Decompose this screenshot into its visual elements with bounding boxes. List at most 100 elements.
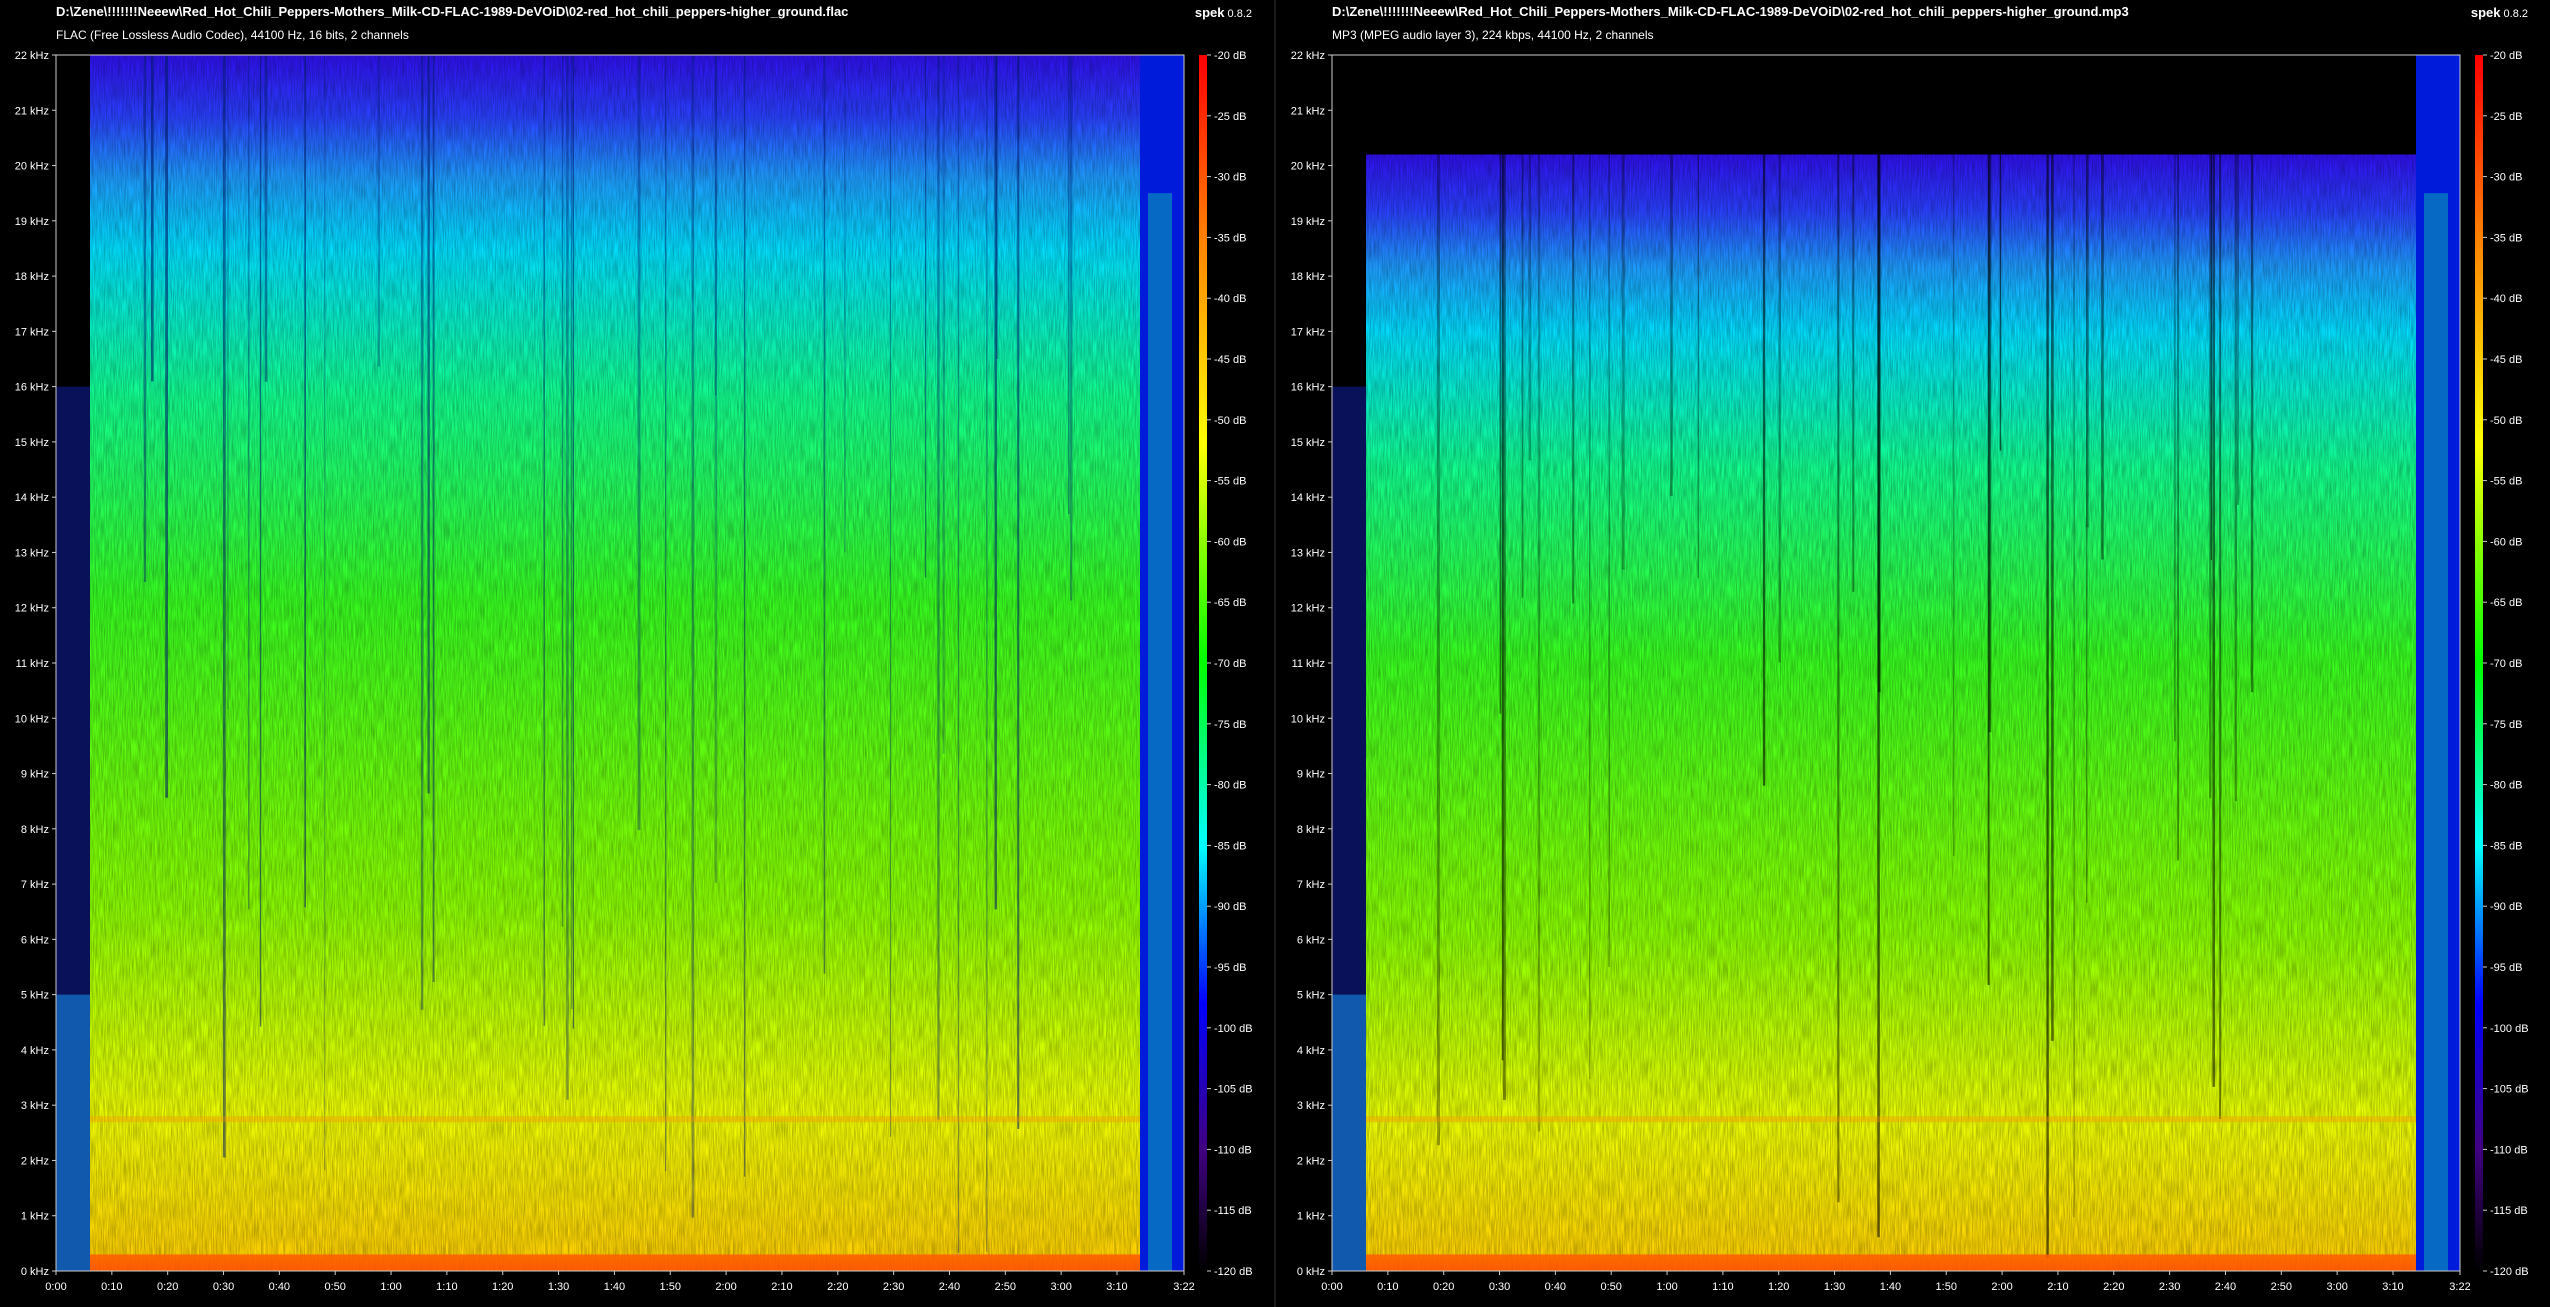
db-tick-label: -115 dB bbox=[2490, 1205, 2528, 1217]
db-tick-label: -55 dB bbox=[1214, 476, 1246, 488]
freq-tick-label: 14 kHz bbox=[1291, 492, 1325, 504]
transient-dropout bbox=[823, 55, 826, 974]
time-tick-label: 1:10 bbox=[436, 1281, 457, 1293]
transient-dropout bbox=[2073, 154, 2075, 1218]
db-tick-label: -90 dB bbox=[1214, 901, 1246, 913]
time-tick-label: 1:00 bbox=[380, 1281, 401, 1293]
transient-dropout bbox=[1778, 154, 1781, 663]
db-tick-label: -65 dB bbox=[2490, 597, 2522, 609]
transient-dropout bbox=[304, 55, 306, 908]
transient-dropout bbox=[324, 55, 326, 1171]
intro-fade-low bbox=[56, 994, 90, 1271]
transient-dropout bbox=[1988, 154, 1992, 733]
spectrogram-pane-mp3: D:\Zene\!!!!!!!Neeew\Red_Hot_Chili_Peppe… bbox=[1276, 0, 2550, 1307]
time-tick-label: 2:00 bbox=[715, 1281, 736, 1293]
db-tick-label: -85 dB bbox=[1214, 840, 1246, 852]
db-tick-label: -100 dB bbox=[2490, 1023, 2529, 1035]
transient-dropout bbox=[248, 55, 250, 910]
time-tick-label: 0:50 bbox=[1600, 1281, 1621, 1293]
time-tick-label: 0:40 bbox=[1545, 1281, 1566, 1293]
bass-band bbox=[1366, 1254, 2416, 1271]
db-tick-label: -110 dB bbox=[1214, 1144, 1252, 1156]
time-tick-label: 0:10 bbox=[101, 1281, 122, 1293]
freq-tick-label: 15 kHz bbox=[15, 437, 49, 449]
transient-dropout bbox=[2101, 154, 2104, 560]
transient-dropout bbox=[1572, 154, 1575, 604]
transient-dropout bbox=[844, 55, 846, 553]
freq-tick-label: 9 kHz bbox=[1297, 769, 1325, 781]
db-tick-label: -65 dB bbox=[1214, 597, 1246, 609]
transient-dropout bbox=[570, 55, 573, 1010]
transient-dropout bbox=[1528, 154, 1532, 461]
time-tick-label: 2:30 bbox=[883, 1281, 904, 1293]
transient-dropout bbox=[1608, 154, 1610, 967]
db-tick-label: -105 dB bbox=[1214, 1084, 1253, 1096]
transient-dropout bbox=[1999, 154, 2002, 451]
db-tick-label: -95 dB bbox=[2490, 962, 2522, 974]
transient-dropout bbox=[165, 55, 168, 798]
transient-dropout bbox=[1837, 154, 1840, 1203]
transient-dropout bbox=[942, 55, 945, 754]
freq-tick-label: 18 kHz bbox=[1291, 271, 1325, 283]
freq-tick-label: 20 kHz bbox=[15, 161, 49, 173]
db-tick-label: -105 dB bbox=[2490, 1084, 2529, 1096]
transient-dropout bbox=[1067, 55, 1070, 514]
transient-dropout bbox=[227, 55, 229, 710]
time-tick-label: 2:20 bbox=[827, 1281, 848, 1293]
spectrogram-plot[interactable]: 0 kHz 1 kHz 2 kHz 3 kHz 4 kHz 5 kHz 6 kHz 7 kHz… bbox=[0, 0, 1274, 1307]
spectrogram-plot[interactable]: 0 kHz 1 kHz 2 kHz 3 kHz 4 kHz 5 kHz 6 kHz 7 kHz… bbox=[1276, 0, 2550, 1307]
time-tick-label: 2:20 bbox=[2103, 1281, 2124, 1293]
time-tick-label: 1:50 bbox=[1936, 1281, 1957, 1293]
transient-dropout bbox=[691, 55, 695, 1218]
freq-tick-label: 11 kHz bbox=[16, 658, 49, 670]
freq-tick-label: 7 kHz bbox=[21, 879, 49, 891]
time-tick-label: 1:20 bbox=[1768, 1281, 1789, 1293]
time-tick-label: 0:30 bbox=[1489, 1281, 1510, 1293]
transient-dropout bbox=[925, 55, 927, 578]
transient-dropout bbox=[2086, 154, 2088, 903]
transient-dropout bbox=[2177, 154, 2179, 861]
transient-dropout bbox=[1502, 154, 1506, 1100]
time-tick-label: 0:20 bbox=[1433, 1281, 1454, 1293]
db-colorbar: -20 dB -25 dB -30 dB -35 dB -40 dB -45 dB -50 … bbox=[1199, 50, 1253, 1278]
time-tick-label: 1:30 bbox=[1824, 1281, 1845, 1293]
db-tick-label: -55 dB bbox=[2490, 476, 2522, 488]
freq-tick-label: 21 kHz bbox=[1291, 105, 1325, 117]
db-tick-label: -90 dB bbox=[2490, 901, 2522, 913]
time-tick-label: 2:40 bbox=[2215, 1281, 2236, 1293]
db-tick-label: -45 dB bbox=[1214, 354, 1246, 366]
time-tick-label: 2:50 bbox=[2271, 1281, 2292, 1293]
spectral-texture bbox=[90, 55, 1140, 1271]
time-tick-label: 2:30 bbox=[2159, 1281, 2180, 1293]
freq-tick-label: 15 kHz bbox=[1291, 437, 1325, 449]
time-tick-label: 1:40 bbox=[1880, 1281, 1901, 1293]
freq-tick-label: 14 kHz bbox=[15, 492, 49, 504]
db-colorbar: -20 dB -25 dB -30 dB -35 dB -40 dB -45 dB -50 … bbox=[2475, 50, 2529, 1278]
freq-tick-label: 9 kHz bbox=[21, 769, 49, 781]
transient-dropout bbox=[957, 55, 960, 1253]
transient-dropout bbox=[427, 55, 430, 794]
transient-dropout bbox=[937, 55, 940, 1120]
db-tick-label: -35 dB bbox=[2490, 232, 2522, 244]
spectrogram-area bbox=[1332, 55, 2460, 1271]
time-tick-label: 0:30 bbox=[213, 1281, 234, 1293]
db-tick-label: -40 dB bbox=[1214, 293, 1246, 305]
time-tick-label: 1:10 bbox=[1712, 1281, 1733, 1293]
time-tick-label: 0:00 bbox=[1321, 1281, 1342, 1293]
transient-dropout bbox=[637, 55, 641, 831]
freq-tick-label: 16 kHz bbox=[1291, 382, 1325, 394]
transient-dropout bbox=[432, 55, 435, 982]
transient-dropout bbox=[1521, 154, 1524, 598]
freq-tick-label: 7 kHz bbox=[1297, 879, 1325, 891]
transient-dropout bbox=[2209, 154, 2212, 799]
freq-tick-label: 16 kHz bbox=[15, 382, 49, 394]
transient-dropout bbox=[1697, 154, 1699, 579]
freq-tick-label: 20 kHz bbox=[1291, 161, 1325, 173]
transient-dropout bbox=[1952, 154, 1955, 857]
time-tick-label: 3:00 bbox=[1050, 1281, 1071, 1293]
db-tick-label: -70 dB bbox=[2490, 658, 2522, 670]
freq-tick-label: 13 kHz bbox=[15, 547, 49, 559]
transient-dropout bbox=[222, 55, 226, 1158]
time-tick-label: 0:20 bbox=[157, 1281, 178, 1293]
freq-tick-label: 17 kHz bbox=[1291, 326, 1325, 338]
